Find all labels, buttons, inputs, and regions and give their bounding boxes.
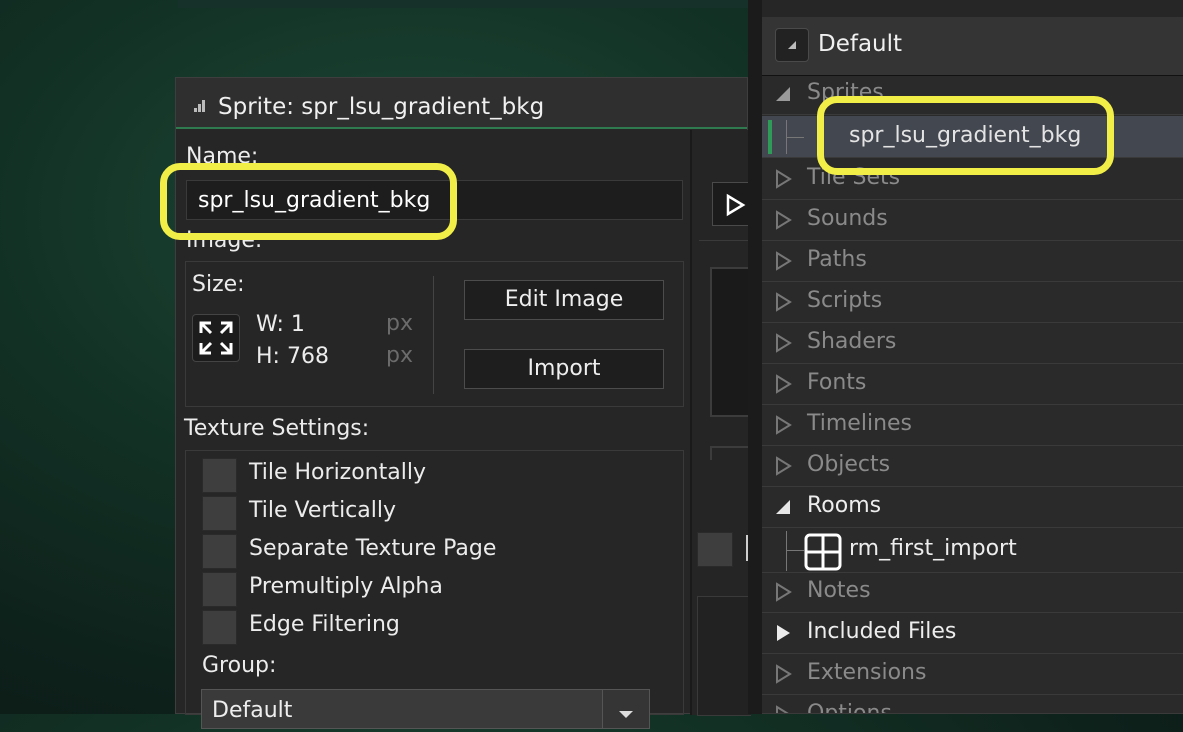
tree-item-label: Objects [807,452,891,477]
tile-vertically-label: Tile Vertically [249,498,396,523]
tree-item-extensions[interactable]: Extensions [762,655,1183,695]
expanded-triangle-icon [776,500,790,514]
config-icon [775,28,809,62]
tree-item-options[interactable]: Options [762,696,1183,714]
tree-item-label: Scripts [807,288,883,313]
resize-button[interactable] [192,314,240,362]
triangle-right-icon [776,456,792,476]
group-dropdown-value: Default [212,698,293,723]
room-grid-icon [804,533,842,571]
triangle-right-icon [776,415,792,435]
resource-tree-header [762,0,1183,18]
tree-sprite-highlight [817,96,1114,175]
tree-line [786,550,804,551]
tree-item-label: Paths [807,247,867,272]
triangle-right-icon [776,664,792,684]
preview-checkbox[interactable] [697,532,733,567]
tree-item-sounds[interactable]: Sounds [762,201,1183,241]
edge-filtering-label: Edge Filtering [249,612,400,637]
tree-item-scripts[interactable]: Scripts [762,283,1183,323]
tree-item-notes[interactable]: Notes [762,573,1183,613]
selection-marker [768,120,772,154]
expand-arrows-icon [199,321,233,355]
tree-item-label: rm_first_import [849,536,1017,561]
background-window-edge [178,0,748,8]
sprite-preview-canvas [710,267,751,417]
tree-line [786,531,787,571]
tree-item-objects[interactable]: Objects [762,447,1183,487]
tree-item-label: Rooms [807,493,882,518]
sprite-window-titlebar[interactable]: Sprite: spr_lsu_gradient_bkg [176,78,747,129]
triangle-right-icon [776,333,792,353]
premultiply-alpha-checkbox[interactable] [202,572,237,607]
group-label: Group: [202,653,277,678]
texture-settings-panel: Tile Horizontally Tile Vertically Separa… [185,450,684,715]
triangle-right-icon [776,292,792,312]
image-panel-divider [433,276,434,394]
premultiply-alpha-label: Premultiply Alpha [249,574,443,599]
width-value: W: 1 [256,312,305,337]
sprite-window-title: Sprite: spr_lsu_gradient_bkg [218,94,545,120]
tree-item-fonts[interactable]: Fonts [762,365,1183,405]
tree-item-label: Notes [807,578,871,603]
tree-item-paths[interactable]: Paths [762,242,1183,282]
tree-item-label: Timelines [807,411,913,436]
image-panel: Size: W: 1 H: 768 px px Edit Image Impor… [185,261,684,407]
tree-line [786,137,804,138]
config-label: Default [818,31,903,57]
play-button[interactable] [712,182,751,226]
separate-texture-page-checkbox[interactable] [202,534,237,569]
separate-texture-page-label: Separate Texture Page [249,536,497,561]
triangle-right-icon [776,374,792,394]
tree-item-label: Sounds [807,206,888,231]
triangle-right-icon [776,251,792,271]
tree-item-included-files[interactable]: Included Files [762,614,1183,654]
triangle-right-icon [776,582,792,602]
play-icon [726,193,746,217]
frames-panel [697,596,751,716]
tree-item-label: Shaders [807,329,897,354]
window-grip-icon [194,100,205,112]
height-value: H: 768 [256,344,329,369]
texture-settings-label: Texture Settings: [184,416,370,441]
edge-filtering-checkbox[interactable] [202,610,237,645]
group-dropdown[interactable]: Default [201,689,650,729]
tree-item-label: Extensions [807,660,927,685]
tile-vertically-checkbox[interactable] [202,496,237,531]
sprite-preview-column [690,130,751,716]
tree-item-label: Options [807,701,892,714]
name-field-highlight [160,163,457,240]
tree-item-rm-first-import[interactable]: rm_first_import [762,529,1183,573]
tree-item-shaders[interactable]: Shaders [762,324,1183,364]
tree-item-timelines[interactable]: Timelines [762,406,1183,446]
config-selector[interactable]: Default [762,17,1183,76]
triangle-right-icon [776,169,792,189]
height-unit: px [386,343,413,368]
separator [699,240,751,241]
size-label: Size: [192,272,245,297]
tree-item-label: Fonts [807,370,867,395]
triangle-right-icon [776,705,789,713]
tree-item-label: Included Files [807,619,957,644]
tree-item-rooms[interactable]: Rooms [762,488,1183,528]
width-unit: px [386,311,413,336]
edit-image-button[interactable]: Edit Image [464,280,664,320]
tile-horizontally-label: Tile Horizontally [249,460,426,485]
expanded-triangle-icon [776,87,790,101]
import-button[interactable]: Import [464,349,664,389]
triangle-right-icon [777,625,790,641]
triangle-right-icon [776,210,792,230]
panel-divider[interactable] [748,0,762,714]
tile-horizontally-checkbox[interactable] [202,458,237,493]
chevron-down-icon[interactable] [602,690,649,728]
frame-scrollbar[interactable] [710,446,751,460]
